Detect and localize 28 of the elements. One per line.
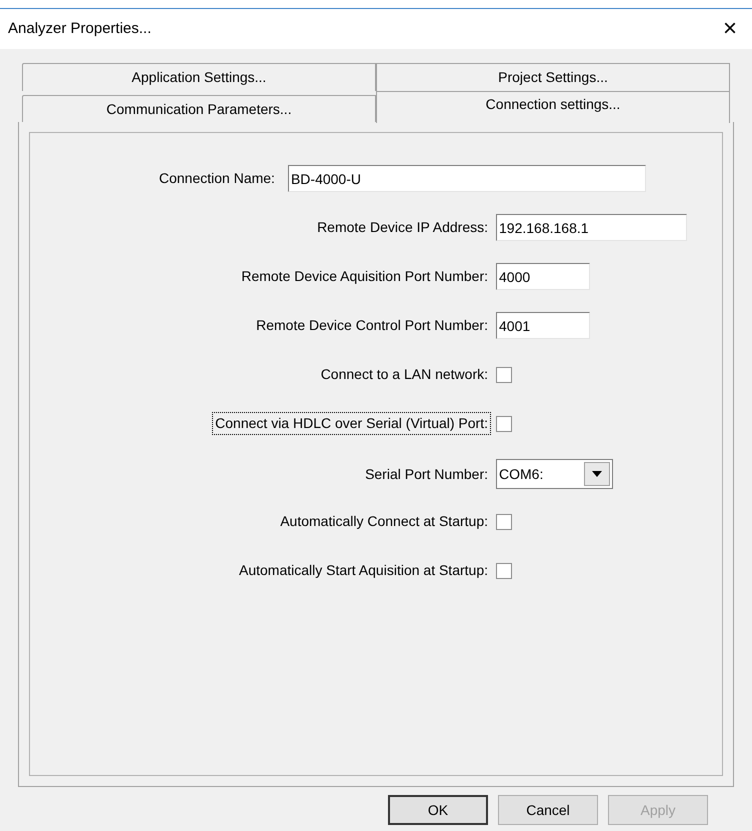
field-label: Remote Device Aquisition Port Number:: [240, 267, 489, 286]
field-label: Serial Port Number:: [364, 464, 489, 484]
field-label: Connection Name:: [158, 169, 276, 188]
tab[interactable]: Connection settings...: [376, 91, 730, 123]
text-field[interactable]: 4001: [496, 312, 590, 339]
field-label: Automatically Start Aquisition at Startup:: [238, 561, 489, 580]
dropdown[interactable]: COM6:: [496, 459, 613, 489]
field-label: Remote Device IP Address:: [316, 218, 489, 237]
checkbox[interactable]: [496, 562, 512, 578]
tab[interactable]: Application Settings...: [22, 63, 376, 91]
tab[interactable]: Project Settings...: [376, 63, 730, 91]
text-field[interactable]: 192.168.168.1: [496, 214, 687, 241]
dropdown-value: COM6:: [499, 464, 544, 484]
text-field[interactable]: BD-4000-U: [288, 165, 646, 192]
tab[interactable]: Communication Parameters...: [22, 95, 376, 123]
dialog-button[interactable]: OK: [388, 795, 488, 825]
close-button[interactable]: ×: [716, 17, 744, 41]
checkbox[interactable]: [496, 416, 512, 432]
dialog-button[interactable]: Cancel: [498, 795, 598, 825]
window-title: Analyzer Properties...: [8, 18, 152, 39]
caret-icon[interactable]: [584, 462, 610, 486]
checkbox[interactable]: [496, 514, 512, 530]
text-field[interactable]: 4000: [496, 263, 590, 290]
field-label: Connect via HDLC over Serial (Virtual) Port:: [212, 412, 491, 435]
field-label: Automatically Connect at Startup:: [279, 512, 489, 531]
field-label: Remote Device Control Port Number:: [255, 316, 489, 335]
field-label: Connect to a LAN network:: [320, 365, 489, 384]
checkbox[interactable]: [496, 366, 512, 382]
